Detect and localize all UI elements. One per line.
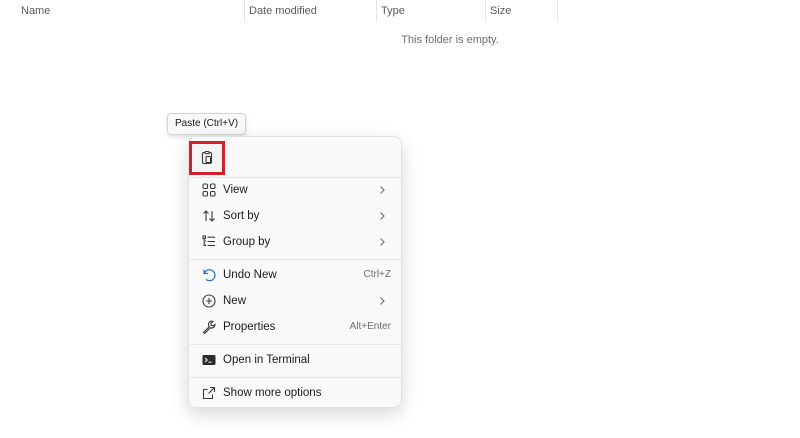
paste-button[interactable] xyxy=(189,141,225,175)
file-explorer-view: Name Date modified Type Size This folder… xyxy=(0,0,800,438)
menu-item-label: New xyxy=(223,295,247,307)
column-divider[interactable] xyxy=(557,0,558,22)
menu-item-label: View xyxy=(223,184,248,196)
paste-icon xyxy=(199,150,215,166)
column-header-row: Name Date modified Type Size xyxy=(0,0,800,24)
menu-item-label: Properties xyxy=(223,321,276,333)
menu-item-properties[interactable]: Properties Alt+Enter xyxy=(193,314,397,340)
column-header-name[interactable]: Name xyxy=(16,0,243,22)
menu-item-group-by[interactable]: Group by xyxy=(193,229,397,255)
menu-item-shortcut: Ctrl+Z xyxy=(363,269,392,280)
column-header-size[interactable]: Size xyxy=(485,0,557,22)
menu-item-view[interactable]: View xyxy=(193,177,397,203)
menu-item-label: Undo New xyxy=(223,269,277,281)
menu-item-open-in-terminal[interactable]: Open in Terminal xyxy=(193,347,397,373)
wrench-icon xyxy=(201,319,217,335)
menu-item-shortcut: Alt+Enter xyxy=(349,321,391,332)
menu-item-label: Sort by xyxy=(223,210,260,222)
group-by-icon xyxy=(201,234,217,250)
undo-icon xyxy=(201,267,217,283)
chevron-right-icon xyxy=(377,237,387,247)
menu-item-sort-by[interactable]: Sort by xyxy=(193,203,397,229)
chevron-right-icon xyxy=(377,296,387,306)
menu-item-undo-new[interactable]: Undo New Ctrl+Z xyxy=(193,262,397,288)
menu-separator xyxy=(190,259,402,260)
context-menu: View Sort by Group by Undo New Ctrl+Z Ne… xyxy=(188,136,402,408)
column-header-date-modified[interactable]: Date modified xyxy=(244,0,375,22)
column-header-type[interactable]: Type xyxy=(376,0,485,22)
paste-tooltip: Paste (Ctrl+V) xyxy=(167,113,247,135)
context-menu-quick-actions xyxy=(189,141,401,177)
terminal-icon xyxy=(201,352,217,368)
menu-item-new[interactable]: New xyxy=(193,288,397,314)
sort-icon xyxy=(201,208,217,224)
menu-item-show-more-options[interactable]: Show more options xyxy=(193,380,397,406)
menu-item-label: Show more options xyxy=(223,387,322,399)
menu-separator xyxy=(190,344,402,345)
new-plus-icon xyxy=(201,293,217,309)
grid-view-icon xyxy=(201,182,217,198)
menu-item-label: Group by xyxy=(223,236,271,248)
menu-separator xyxy=(190,377,402,378)
menu-item-label: Open in Terminal xyxy=(223,354,310,366)
chevron-right-icon xyxy=(377,211,387,221)
share-icon xyxy=(201,385,217,401)
chevron-right-icon xyxy=(377,185,387,195)
empty-folder-message: This folder is empty. xyxy=(401,34,499,46)
